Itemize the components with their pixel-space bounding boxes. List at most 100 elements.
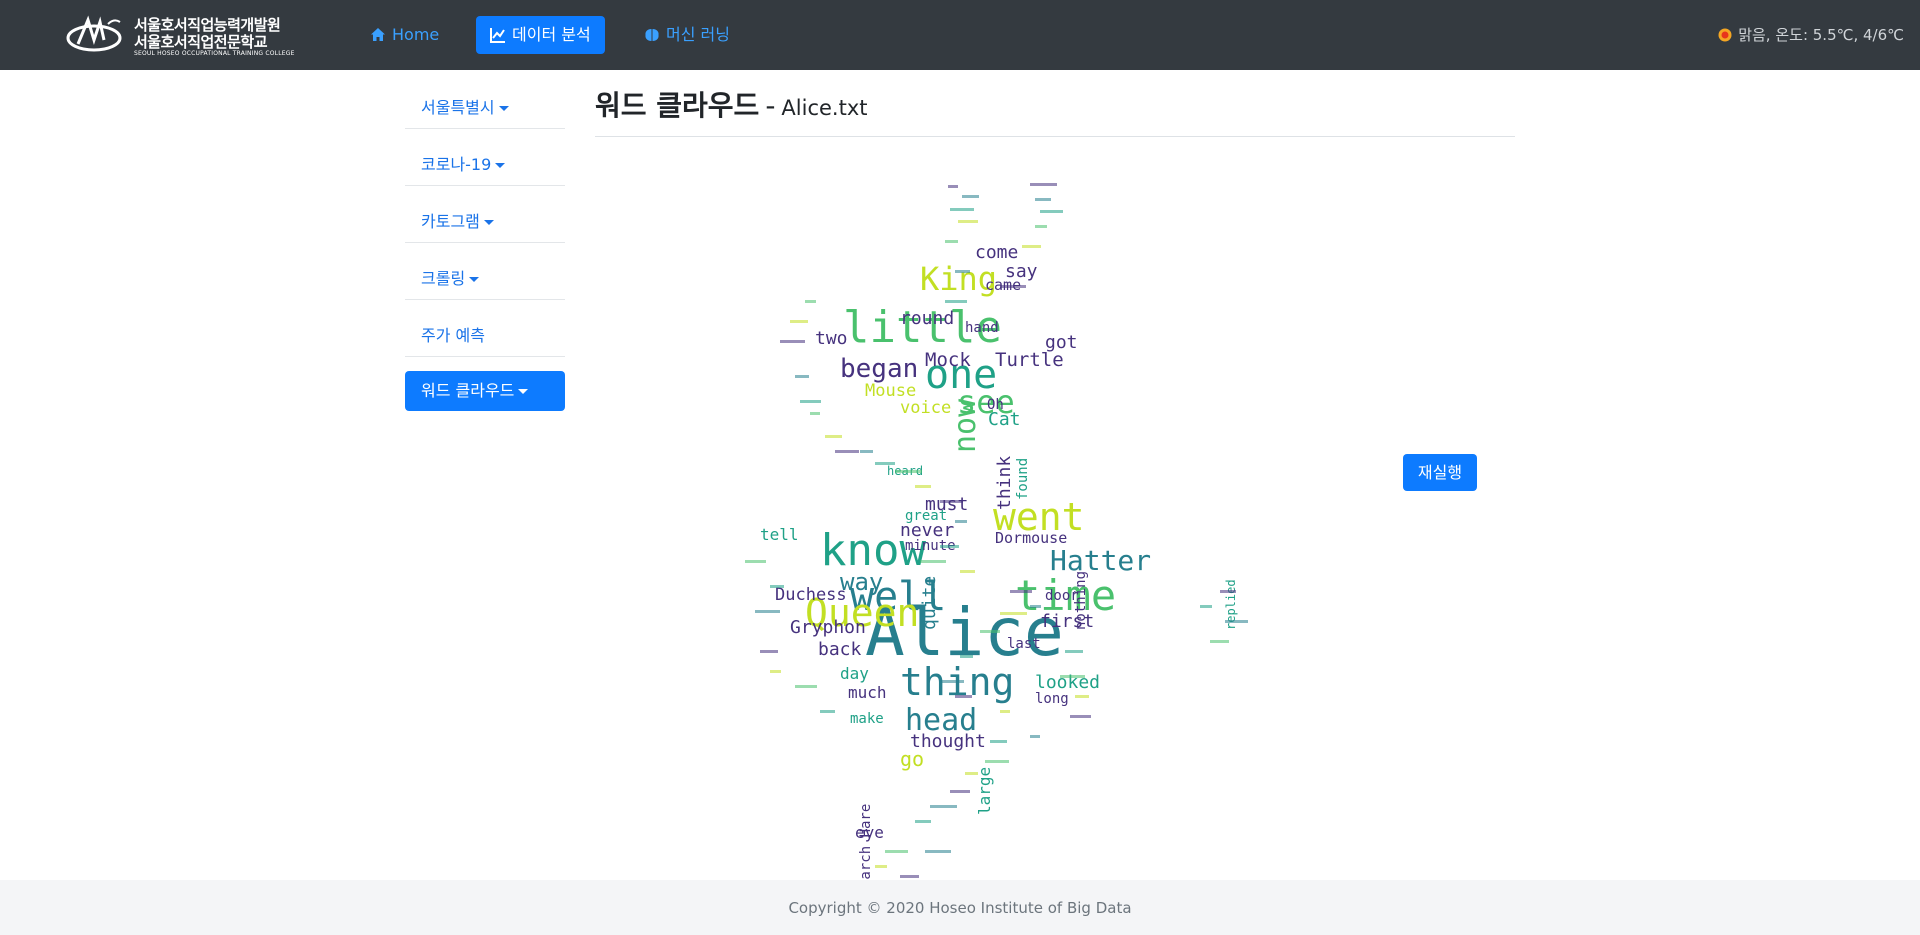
caret-down-icon [495,163,506,168]
rerun-button[interactable]: 재실행 [1403,454,1477,491]
wordcloud-filler [780,340,805,343]
wordcloud-word: Mock [925,349,971,371]
wordcloud-filler [1210,640,1229,643]
caret-down-icon [498,106,509,111]
wordcloud-filler [940,500,963,503]
sidebar-item-wordcloud[interactable]: 워드 클라우드 [405,371,565,411]
wordcloud-word: Dormouse [995,529,1067,547]
wordcloud-filler [915,485,931,488]
wordcloud-word: much [848,683,887,702]
wordcloud-filler [885,850,908,853]
wordcloud-word: go [900,747,924,771]
wordcloud-word: round [900,308,954,329]
nav-machine-learning-label: 머신 러닝 [666,25,730,44]
wordcloud-word: two [815,328,848,349]
wordcloud-filler [795,375,809,378]
wordcloud-filler [965,772,978,775]
brain-icon [645,29,659,41]
wordcloud-word: Duchess [775,585,847,605]
wordcloud-filler [1030,605,1041,608]
wordcloud-filler [955,270,970,273]
wordcloud-filler [835,450,859,453]
line-chart-icon [490,28,505,43]
wordcloud-filler [825,435,842,438]
sidebar-item-stock-prediction[interactable]: 주가 예측 [405,314,565,357]
title-divider [595,136,1515,137]
sidebar-item-seoul[interactable]: 서울특별시 [405,86,565,129]
wordcloud-filler [795,685,817,688]
page-title-text: 워드 클라우드 [595,89,760,122]
wordcloud-filler [960,655,973,658]
nav-data-analysis-label: 데이터 분석 [512,25,591,44]
wordcloud-filler [955,695,972,698]
nav-machine-learning[interactable]: 머신 러닝 [630,16,744,54]
wordcloud-filler [900,875,919,878]
wordcloud-filler [800,400,821,403]
wordcloud-filler [1035,225,1047,228]
sidebar-item-cartogram[interactable]: 카토그램 [405,200,565,243]
wordcloud-word: back [818,639,862,660]
wordcloud-filler [755,610,780,613]
wordcloud-filler [1000,612,1027,615]
logo-emblem-icon [66,15,122,52]
wordcloud-word: tell [760,525,799,544]
caret-down-icon [469,277,480,282]
sidebar-item-corona[interactable]: 코로나-19 [405,143,565,186]
sidebar-item-label: 코로나-19 [421,155,492,174]
wordcloud-filler [960,570,975,573]
weather-status: 맑음, 온도: 5.5℃, 4/6℃ [1718,24,1904,45]
sidebar-item-label: 주가 예측 [421,326,485,345]
wordcloud-filler [1060,675,1085,678]
word-cloud-image: Aliceknowwell timelittleoneseewentQueenth… [745,183,1248,880]
wordcloud-word: now [948,398,983,453]
logo-line-3: SEOUL HOSEO OCCUPATIONAL TRAINING COLLEG… [134,50,295,57]
sun-icon [1718,28,1732,42]
wordcloud-word: come [975,242,1018,263]
wordcloud-filler [985,760,1009,763]
wordcloud-filler [920,560,946,563]
wordcloud-filler [915,820,931,823]
wordcloud-filler [925,850,951,853]
wordcloud-word: found [1015,458,1031,500]
wordcloud-filler [945,300,967,303]
wordcloud-word: got [1045,332,1078,353]
sidebar-item-label: 크롤링 [421,269,466,288]
college-logo[interactable]: 서울호서직업능력개발원 서울호서직업전문학교 SEOUL HOSEO OCCUP… [64,10,294,60]
wordcloud-word: began [840,354,918,384]
wordcloud-word: voice [900,398,951,418]
wordcloud-word: day [840,664,869,683]
wordcloud-word: think [994,456,1015,510]
caret-down-icon [483,220,494,225]
wordcloud-filler [958,220,978,223]
wordcloud-filler [940,545,959,548]
title-separator: - [765,89,776,122]
page-title: 워드 클라우드 - Alice.txt [595,84,868,124]
weather-text: 맑음, 온도: 5.5℃, 4/6℃ [1738,26,1904,44]
wordcloud-filler [945,240,958,243]
wordcloud-word: Hatter [1050,544,1151,577]
caret-down-icon [518,389,529,394]
wordcloud-filler [1220,590,1236,593]
sidebar-item-label: 카토그램 [421,212,480,231]
wordcloud-filler [950,790,970,793]
wordcloud-filler [1065,650,1083,653]
wordcloud-filler [990,740,1007,743]
wordcloud-filler [810,412,820,415]
wordcloud-filler [950,208,974,211]
sidebar-item-label: 워드 클라우드 [421,381,515,400]
wordcloud-filler [760,650,778,653]
wordcloud-filler [745,560,766,563]
wordcloud-word: hand [965,320,999,336]
wordcloud-filler [940,680,964,683]
sidebar-item-crawling[interactable]: 크롤링 [405,257,565,300]
logo-line-2: 서울호서직업전문학교 [134,33,268,51]
nav-home[interactable]: Home [356,16,453,54]
nav-data-analysis[interactable]: 데이터 분석 [476,16,605,54]
wordcloud-filler [948,185,958,188]
wordcloud-filler [770,670,781,673]
wordcloud-filler [860,450,873,453]
wordcloud-word: Oh [987,397,1004,413]
wordcloud-filler [930,805,957,808]
wordcloud-word: door [1045,588,1079,604]
wordcloud-filler [1035,198,1051,201]
